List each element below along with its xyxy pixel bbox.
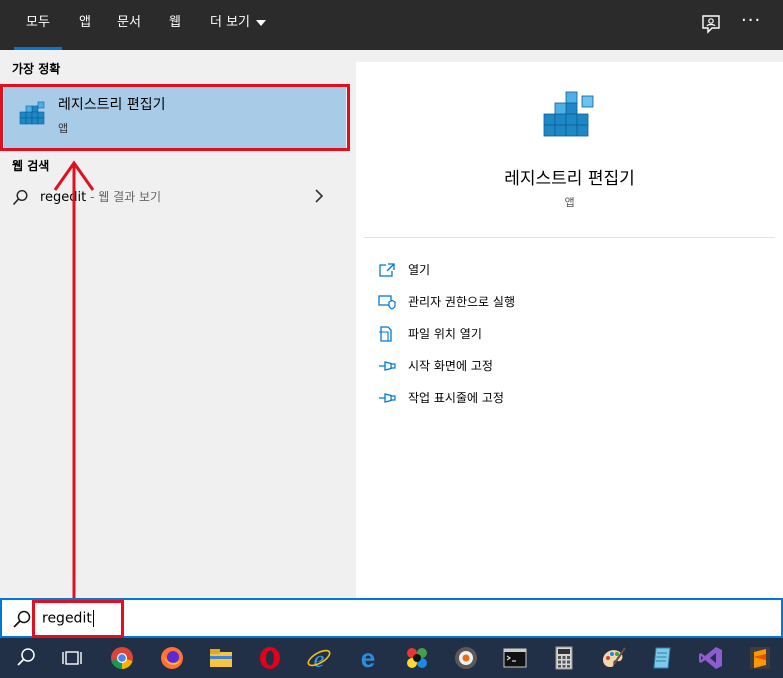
web-search-query: regedit - 웹 결과 보기 — [40, 188, 161, 205]
opera-icon[interactable] — [256, 644, 284, 672]
search-icon — [12, 189, 28, 206]
highlight-best-match — [0, 84, 350, 151]
edge-icon[interactable]: e — [354, 644, 382, 672]
action-open-file-location-label: 파일 위치 열기 — [408, 327, 482, 341]
chrome-icon[interactable] — [108, 644, 136, 672]
tab-web[interactable]: 웹 — [160, 0, 190, 50]
tab-apps[interactable]: 앱 — [72, 0, 98, 50]
feedback-icon[interactable] — [699, 12, 723, 36]
tab-more-label: 더 보기 — [209, 15, 250, 30]
open-icon — [379, 263, 395, 277]
search-icon — [13, 610, 31, 628]
task-view-icon[interactable] — [58, 644, 86, 672]
highlight-search-input — [32, 600, 124, 638]
search-icon[interactable] — [12, 644, 40, 672]
more-options-glyph: ··· — [741, 10, 762, 31]
web-query-suffix: - 웹 결과 보기 — [86, 190, 162, 204]
pin-icon — [379, 361, 396, 371]
tab-documents[interactable]: 문서 — [110, 0, 148, 50]
svg-text:e: e — [361, 644, 375, 672]
sublime-text-icon[interactable] — [746, 644, 774, 672]
divider — [364, 237, 775, 238]
web-search-result[interactable]: regedit - 웹 결과 보기 — [0, 182, 356, 212]
tab-apps-label: 앱 — [79, 15, 91, 30]
media-player-icon[interactable] — [452, 644, 480, 672]
chevron-right-icon — [315, 189, 324, 203]
action-run-as-admin-label: 관리자 권한으로 실행 — [408, 295, 515, 309]
shield-icon — [378, 295, 396, 310]
web-search-heading: 웹 검색 — [12, 159, 50, 173]
preview-panel: 레지스트리 편집기 앱 열기 관리자 권한으로 실행 파일 위치 열기 시작 화… — [356, 62, 783, 598]
tab-web-label: 웹 — [169, 15, 181, 30]
preview-app-type: 앱 — [564, 196, 575, 209]
chevron-down-icon — [256, 19, 266, 26]
registry-editor-icon — [543, 91, 594, 137]
tab-more[interactable]: 더 보기 — [200, 0, 276, 50]
pin-icon — [379, 393, 396, 403]
firefox-icon[interactable] — [158, 644, 186, 672]
more-options-icon[interactable]: ··· — [741, 10, 765, 34]
tab-documents-label: 문서 — [117, 15, 141, 30]
file-location-icon — [379, 326, 392, 342]
command-prompt-icon[interactable] — [501, 644, 529, 672]
tab-all[interactable]: 모두 — [14, 0, 62, 50]
web-query-text: regedit — [40, 190, 87, 205]
preview-app-name: 레지스트리 편집기 — [504, 169, 635, 189]
internet-explorer-icon[interactable]: e — [305, 644, 333, 672]
file-explorer-icon[interactable] — [207, 644, 235, 672]
action-pin-to-taskbar-label: 작업 표시줄에 고정 — [408, 391, 504, 405]
paint-app-icon[interactable] — [403, 644, 431, 672]
paint-icon[interactable] — [599, 644, 627, 672]
notepad-icon[interactable] — [648, 644, 676, 672]
search-scope-tabs: 모두 앱 문서 웹 더 보기 ··· — [0, 0, 783, 50]
tab-all-label: 모두 — [26, 15, 50, 30]
taskbar: e e — [0, 638, 783, 678]
visual-studio-icon[interactable] — [697, 644, 725, 672]
best-match-heading: 가장 정확 — [12, 62, 61, 76]
action-open-label: 열기 — [408, 263, 431, 277]
calculator-icon[interactable] — [550, 644, 578, 672]
action-pin-to-start-label: 시작 화면에 고정 — [408, 359, 493, 373]
